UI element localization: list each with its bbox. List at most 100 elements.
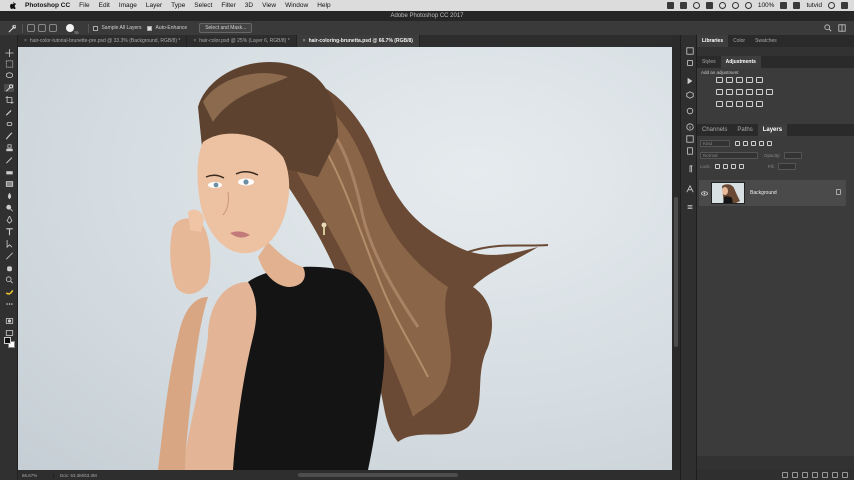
auto-enhance-checkbox[interactable]: Auto-Enhance <box>147 25 187 31</box>
smart-object-filter-icon[interactable] <box>767 141 772 146</box>
history-icon[interactable] <box>685 59 694 67</box>
tab-layers[interactable]: Layers <box>757 124 788 136</box>
eraser-tool-icon[interactable] <box>4 168 14 176</box>
menu-edit[interactable]: Edit <box>99 2 110 9</box>
hand-tool-icon[interactable] <box>4 264 14 272</box>
close-icon[interactable]: × <box>193 38 196 44</box>
brightness-contrast-icon[interactable] <box>716 77 723 83</box>
glyphs-icon[interactable] <box>685 203 694 211</box>
menu-file[interactable]: File <box>79 2 89 9</box>
scrollbar-thumb[interactable] <box>674 197 678 347</box>
photo-filter-icon[interactable] <box>746 89 753 95</box>
vertical-scrollbar[interactable] <box>672 47 680 470</box>
menu-window[interactable]: Window <box>285 2 308 9</box>
tab-channels[interactable]: Channels <box>697 124 732 136</box>
color-balance-icon[interactable] <box>726 89 733 95</box>
menu-select[interactable]: Select <box>194 2 212 9</box>
close-icon[interactable]: × <box>303 38 306 44</box>
clone-stamp-tool-icon[interactable] <box>4 144 14 152</box>
sample-all-layers-checkbox[interactable]: Sample All Layers <box>93 25 141 31</box>
menu-layer[interactable]: Layer <box>146 2 162 9</box>
document-tab-active[interactable]: × hair-coloring-brunetta.psd @ 66.7% (RGB… <box>296 35 420 47</box>
lasso-tool-icon[interactable] <box>4 72 14 80</box>
tab-adjustments[interactable]: Adjustments <box>720 56 761 68</box>
tab-paths[interactable]: Paths <box>732 124 757 136</box>
more-tools-icon[interactable] <box>4 300 14 308</box>
move-tool-icon[interactable] <box>4 49 14 57</box>
gradient-map-icon[interactable] <box>746 101 753 107</box>
menu-help[interactable]: Help <box>317 2 330 9</box>
quick-selection-tool-icon[interactable] <box>4 84 14 92</box>
libraries-icon[interactable] <box>685 47 694 55</box>
menu-view[interactable]: View <box>262 2 276 9</box>
new-adjustment-layer-icon[interactable] <box>812 471 818 478</box>
opacity-field[interactable] <box>783 152 802 159</box>
layer-style-icon[interactable] <box>792 471 798 478</box>
pen-tool-icon[interactable] <box>4 216 14 224</box>
fill-field[interactable] <box>777 163 796 170</box>
lock-all-icon[interactable] <box>738 164 744 169</box>
dropbox-icon[interactable] <box>679 2 687 9</box>
black-white-icon[interactable] <box>736 89 743 95</box>
blend-mode-select[interactable]: Normal <box>700 152 758 159</box>
kind-filter-select[interactable]: Kind <box>700 140 730 147</box>
menu-3d[interactable]: 3D <box>245 2 253 9</box>
line-tool-icon[interactable] <box>4 252 14 260</box>
adjustments-icon[interactable] <box>685 107 694 115</box>
tab-color[interactable]: Color <box>728 35 750 47</box>
list-icon[interactable] <box>841 2 848 9</box>
quick-selection-tool-icon[interactable] <box>6 23 18 33</box>
tab-swatches[interactable]: Swatches <box>750 35 782 47</box>
layer-comps-icon[interactable] <box>685 135 694 143</box>
levels-icon[interactable] <box>726 77 733 83</box>
vibrance-icon[interactable] <box>756 77 763 83</box>
blur-tool-icon[interactable] <box>4 192 14 200</box>
posterize-icon[interactable] <box>726 101 733 107</box>
channel-mixer-icon[interactable] <box>756 89 763 95</box>
volume-icon[interactable] <box>744 2 752 9</box>
checkbox-box[interactable] <box>147 25 153 31</box>
crop-tool-icon[interactable] <box>4 96 14 104</box>
path-selection-tool-icon[interactable] <box>4 240 14 248</box>
zoom-tool-icon[interactable] <box>4 276 14 284</box>
app-menu[interactable]: Photoshop CC <box>25 2 70 9</box>
image-canvas[interactable] <box>18 47 672 470</box>
hue-saturation-icon[interactable] <box>716 89 723 95</box>
lock-transparent-icon[interactable] <box>714 164 720 169</box>
pixel-filter-icon[interactable] <box>735 141 740 146</box>
menu-type[interactable]: Type <box>171 2 185 9</box>
character-icon[interactable] <box>685 185 694 193</box>
dodge-tool-icon[interactable] <box>4 204 14 212</box>
link-layers-icon[interactable] <box>782 471 788 478</box>
paragraph-icon[interactable] <box>685 165 694 173</box>
user-name[interactable]: tutvid <box>806 2 822 9</box>
delete-layer-icon[interactable] <box>842 471 848 478</box>
clock-icon[interactable] <box>692 2 700 9</box>
document-size[interactable]: Doc: 63.3M/63.3M <box>54 473 97 478</box>
new-group-icon[interactable] <box>822 471 828 478</box>
search-icon[interactable] <box>822 23 834 33</box>
subtract-from-selection-mode-icon[interactable] <box>49 24 57 32</box>
battery-icon[interactable] <box>780 2 788 9</box>
add-to-selection-mode-icon[interactable] <box>38 24 46 32</box>
eyedropper-tool-icon[interactable] <box>4 108 14 116</box>
photoshop-icon[interactable] <box>666 2 674 9</box>
curves-icon[interactable] <box>736 77 743 83</box>
type-tool-icon[interactable] <box>4 228 14 236</box>
marquee-tool-icon[interactable] <box>4 60 14 68</box>
workspace-icon[interactable] <box>836 23 848 33</box>
adjustment-filter-icon[interactable] <box>743 141 748 146</box>
type-filter-icon[interactable] <box>751 141 756 146</box>
menu-filter[interactable]: Filter <box>221 2 235 9</box>
zoom-level[interactable]: 66.67% <box>18 472 54 478</box>
menu-image[interactable]: Image <box>119 2 137 9</box>
document-tab[interactable]: × hair-color-tutorial-brunette-pre.psd @ … <box>18 35 188 47</box>
exposure-icon[interactable] <box>746 77 753 83</box>
add-mask-icon[interactable] <box>802 471 808 478</box>
banana-icon[interactable] <box>4 288 14 296</box>
healing-brush-tool-icon[interactable] <box>4 120 14 128</box>
bluetooth-icon[interactable] <box>718 2 726 9</box>
threshold-icon[interactable] <box>736 101 743 107</box>
select-and-mask-button[interactable]: Select and Mask... <box>199 23 253 33</box>
foreground-color-swatch[interactable] <box>4 337 11 344</box>
